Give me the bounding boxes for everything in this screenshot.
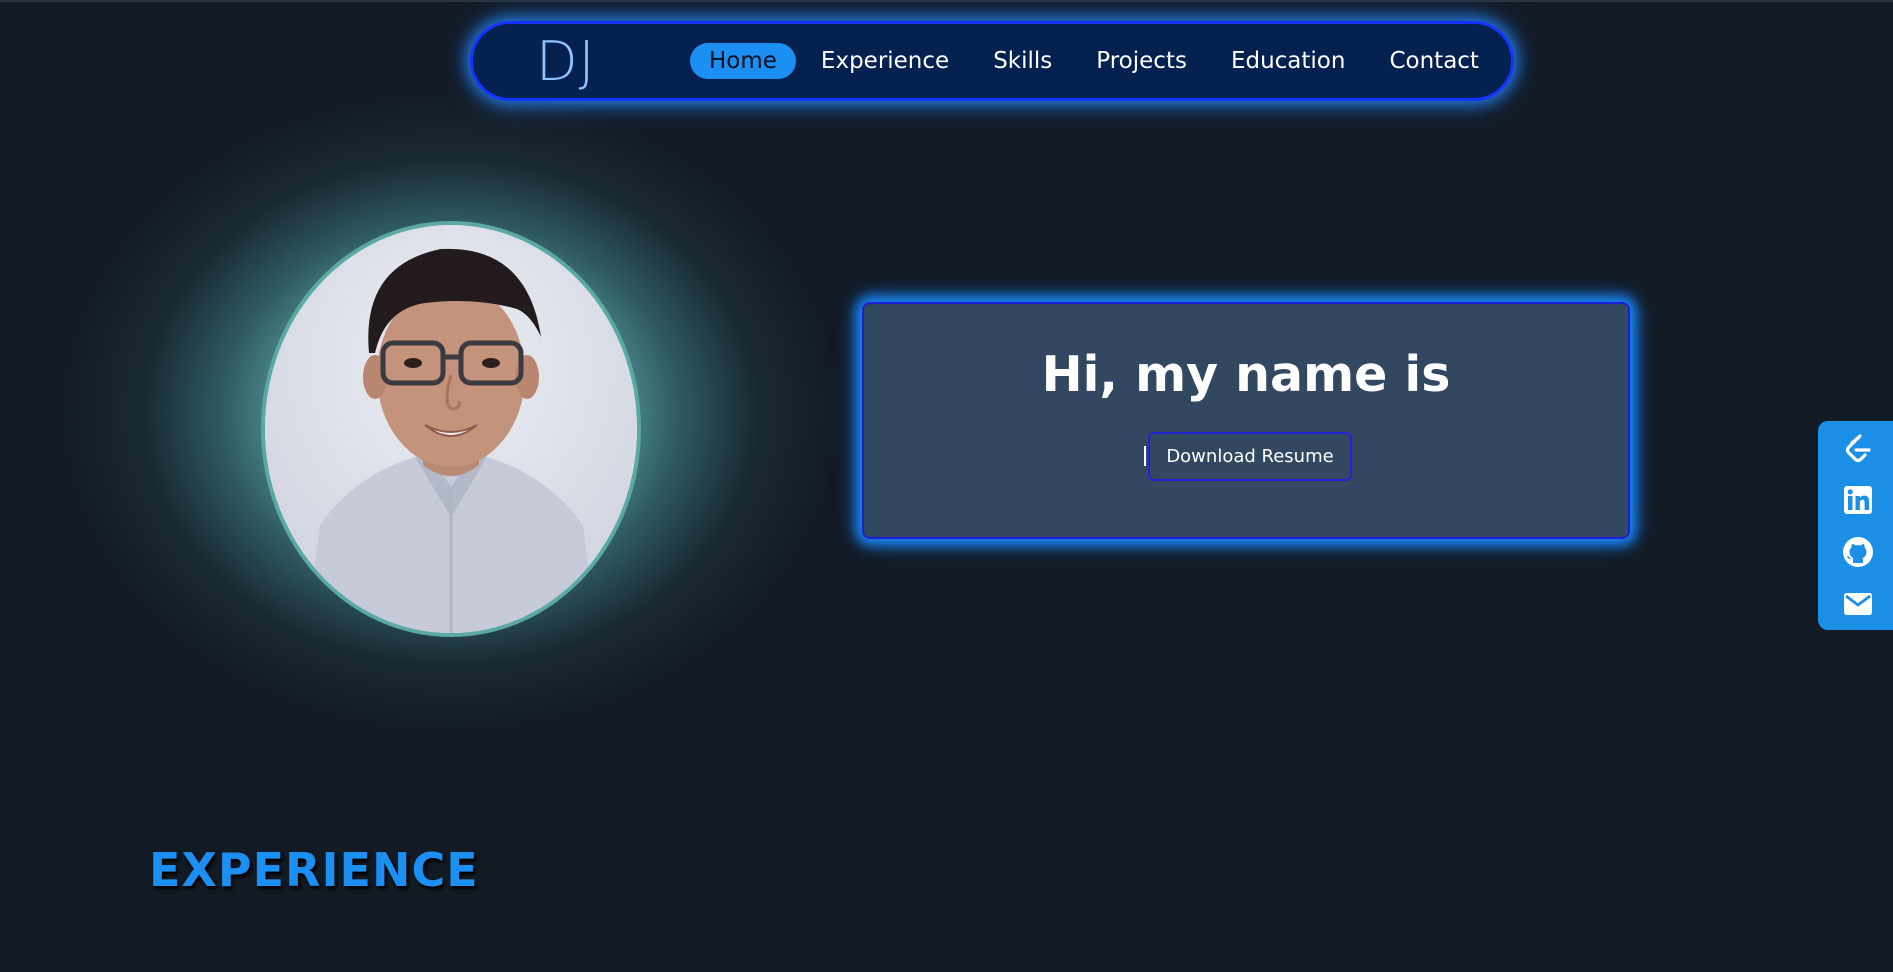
- nav-item-experience[interactable]: Experience: [802, 43, 968, 79]
- mail-icon[interactable]: [1841, 587, 1875, 621]
- nav-item-contact[interactable]: Contact: [1370, 43, 1497, 79]
- typing-cursor: [1144, 446, 1146, 466]
- nav-item-skills[interactable]: Skills: [974, 43, 1071, 79]
- leetcode-icon[interactable]: [1841, 432, 1875, 466]
- profile-photo: [261, 221, 641, 637]
- nav-menu: Home Experience Skills Projects Educatio…: [690, 41, 1504, 81]
- profile-portrait: [265, 225, 637, 633]
- experience-section-title: EXPERIENCE: [149, 843, 479, 897]
- nav-item-projects[interactable]: Projects: [1077, 43, 1206, 79]
- greeting-heading: Hi, my name is: [1041, 346, 1451, 403]
- navbar: DJ Home Experience Skills Projects Educa…: [470, 21, 1514, 101]
- nav-item-education[interactable]: Education: [1212, 43, 1365, 79]
- download-resume-button[interactable]: Download Resume: [1148, 432, 1352, 481]
- social-sidebar: [1818, 421, 1893, 630]
- intro-card: Hi, my name is Download Resume: [862, 302, 1630, 539]
- nav-item-home[interactable]: Home: [690, 43, 796, 79]
- github-icon[interactable]: [1841, 535, 1875, 569]
- top-border-line: [0, 0, 1893, 2]
- site-logo[interactable]: DJ: [536, 32, 596, 92]
- linkedin-icon[interactable]: [1841, 483, 1875, 517]
